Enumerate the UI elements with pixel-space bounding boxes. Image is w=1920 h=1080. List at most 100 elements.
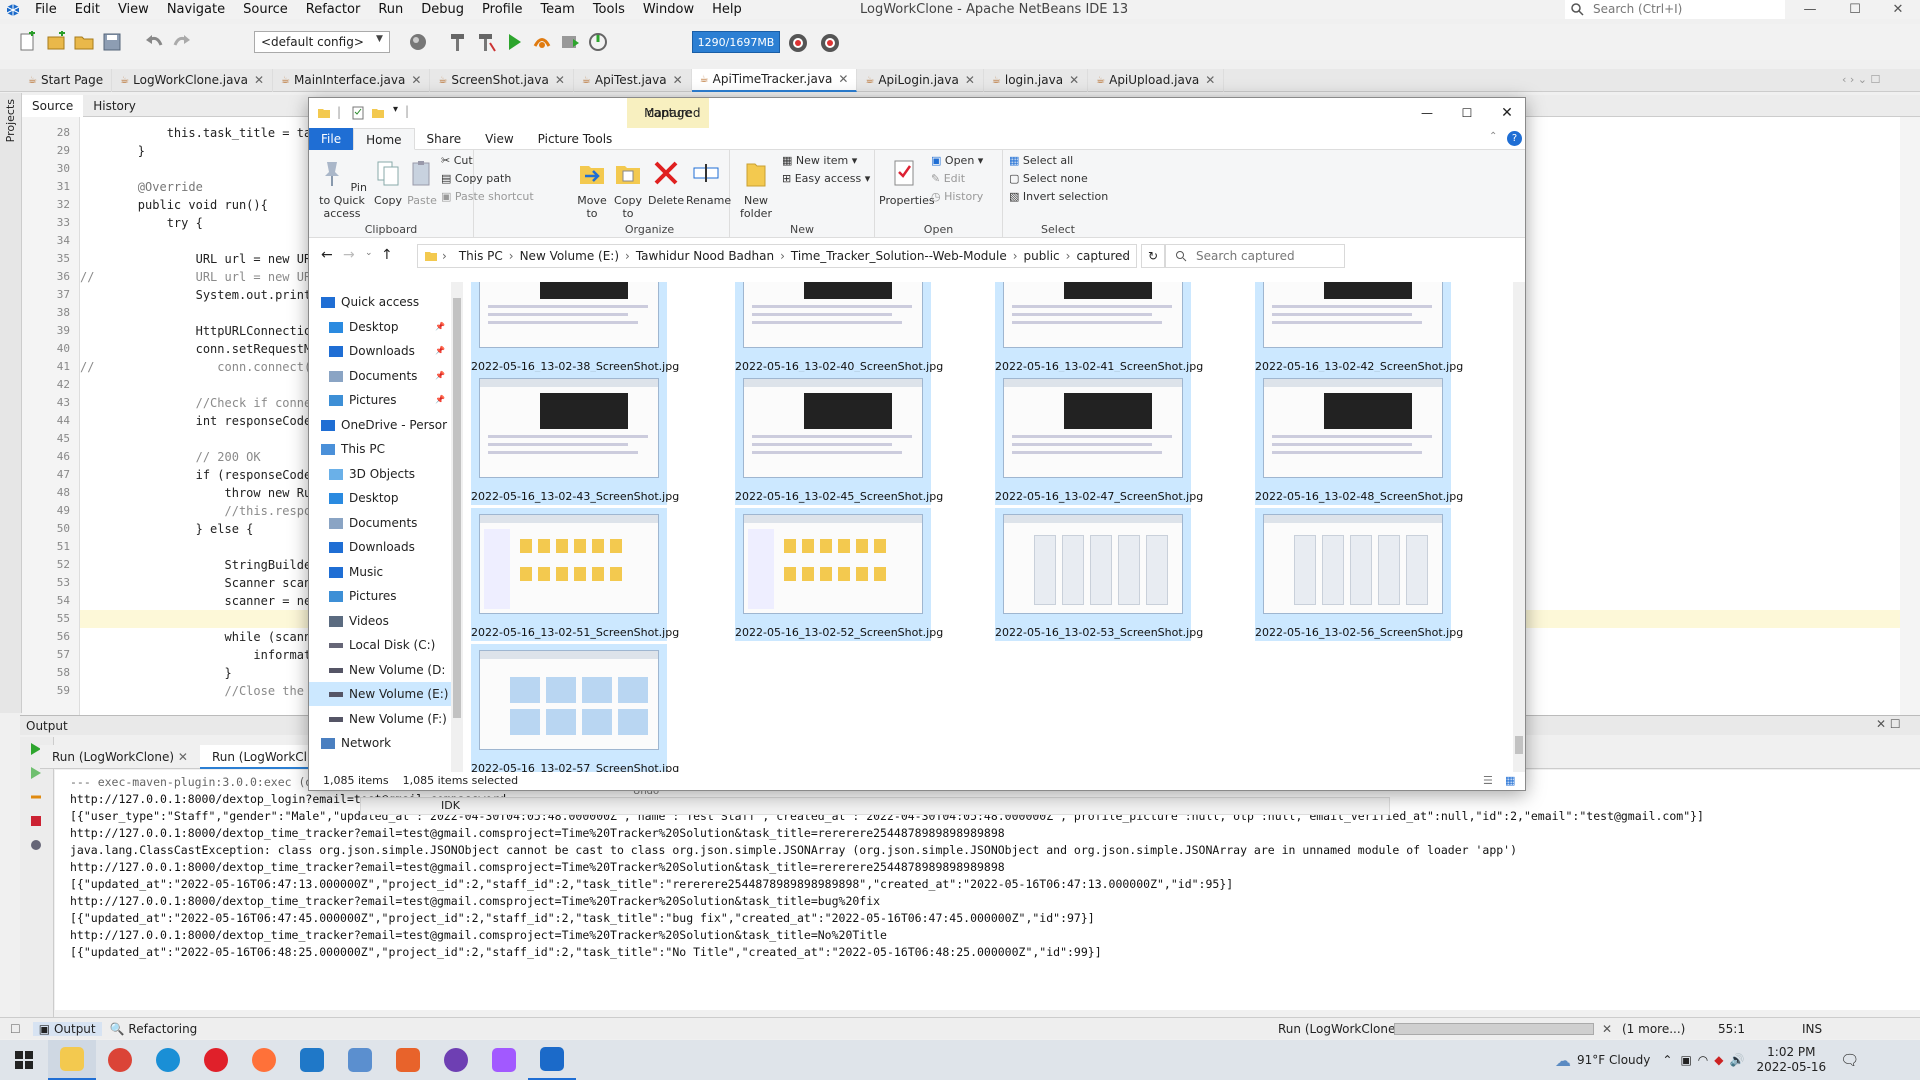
nav-item[interactable]: New Volume (D: — [309, 658, 451, 682]
file-item[interactable]: 2022-05-16_13-02-52_ScreenShot.jpg — [735, 508, 943, 641]
forward-arrow-icon[interactable]: → — [343, 247, 355, 263]
notifications-icon[interactable]: 🗨 — [1840, 1051, 1859, 1069]
file-item[interactable]: 2022-05-16_13-02-41_ScreenShot.jpg — [995, 282, 1203, 375]
clean-build-icon[interactable] — [475, 31, 497, 53]
file-item[interactable]: 2022-05-16_13-02-48_ScreenShot.jpg — [1255, 372, 1463, 505]
projects-label[interactable]: Projects — [0, 93, 21, 148]
file-item[interactable]: 2022-05-16_13-02-56_ScreenShot.jpg — [1255, 508, 1463, 641]
nav-item[interactable]: Documents — [309, 511, 451, 535]
pin-quick-access-button[interactable]: Pin to Quick access — [313, 158, 371, 220]
nav-item[interactable]: New Volume (F:) — [309, 707, 451, 731]
file-item[interactable]: 2022-05-16_13-02-53_ScreenShot.jpg — [995, 508, 1203, 641]
file-item[interactable]: 2022-05-16_13-02-42_ScreenShot.jpg — [1255, 282, 1463, 375]
history-button[interactable]: ◷ History — [931, 188, 983, 206]
menu-tools[interactable]: Tools — [584, 0, 634, 19]
memory-indicator[interactable]: 1290/1697MB — [692, 31, 780, 53]
taskbar-app-opera[interactable] — [192, 1040, 240, 1080]
editor-tab[interactable]: ☕ MainInterface.java ✕ — [273, 68, 431, 92]
new-file-icon[interactable] — [17, 31, 39, 53]
profile-project-icon[interactable] — [587, 31, 609, 53]
maximize-button[interactable]: ☐ — [1835, 0, 1875, 19]
nav-item[interactable]: Documents 📌 — [309, 364, 451, 388]
menu-team[interactable]: Team — [531, 0, 583, 19]
tab-scroll-arrows-icon[interactable]: ‹ › ⌄ ☐ — [1842, 73, 1880, 86]
menu-refactor[interactable]: Refactor — [297, 0, 370, 19]
source-tab[interactable]: Source — [22, 94, 84, 117]
status-output-tab[interactable]: ▣ Output — [32, 1021, 102, 1036]
recent-locations-icon[interactable]: ⌄ — [365, 248, 373, 258]
nav-item[interactable]: Desktop — [309, 486, 451, 510]
file-item[interactable]: 2022-05-16_13-02-43_ScreenShot.jpg — [471, 372, 679, 505]
editor-tab[interactable]: ☕ ApiTimeTracker.java ✕ — [691, 68, 858, 92]
nav-item[interactable]: Network — [309, 731, 451, 755]
close-tab-icon[interactable]: ✕ — [1069, 69, 1079, 92]
address-dropdown-icon[interactable]: ⌄ — [1120, 245, 1128, 267]
debug-icon[interactable] — [531, 31, 553, 53]
paste-shortcut-button[interactable]: ▣ Paste shortcut — [441, 188, 534, 206]
close-tab-icon[interactable]: ✕ — [178, 750, 188, 764]
file-grid-scrollbar[interactable] — [1513, 282, 1525, 776]
large-icons-view-icon[interactable]: ▦ — [1505, 772, 1515, 790]
tray-overflow-icon[interactable]: ⌃ — [1662, 1053, 1672, 1067]
nav-item[interactable]: Quick access — [309, 290, 451, 314]
editor-tab[interactable]: ☕ LogWorkClone.java ✕ — [112, 68, 274, 92]
menu-help[interactable]: Help — [703, 0, 751, 19]
menu-window[interactable]: Window — [634, 0, 703, 19]
file-item[interactable]: 2022-05-16_13-02-47_ScreenShot.jpg — [995, 372, 1203, 505]
tray-app-icon[interactable]: ▣ — [1680, 1053, 1691, 1067]
properties-button[interactable]: Properties — [879, 158, 935, 207]
explorer-maximize-button[interactable]: ☐ — [1449, 98, 1485, 128]
globe-icon[interactable] — [407, 31, 429, 53]
step-icon[interactable] — [28, 789, 44, 805]
nav-item[interactable]: Pictures 📌 — [309, 388, 451, 412]
copy-to-button[interactable]: Copy to — [610, 158, 646, 220]
qat-customize-icon[interactable]: ▾ — [393, 104, 398, 115]
new-folder-qat-icon[interactable] — [371, 106, 385, 120]
history-tab[interactable]: History — [83, 95, 146, 117]
back-arrow-icon[interactable]: ← — [321, 247, 333, 263]
open-project-icon[interactable] — [73, 31, 95, 53]
taskbar-app-app-figma[interactable] — [480, 1040, 528, 1080]
nav-item[interactable]: Pictures — [309, 584, 451, 608]
taskbar-app-app-github[interactable] — [432, 1040, 480, 1080]
menu-source[interactable]: Source — [234, 0, 297, 19]
close-output-icon[interactable]: ✕ ☐ — [1876, 717, 1901, 731]
undo-icon[interactable] — [143, 31, 165, 53]
more-tasks-label[interactable]: (1 more...) — [1622, 1022, 1685, 1036]
address-bar[interactable]: › This PC › New Volume (E:) › Tawhidur Nood … — [417, 244, 1137, 268]
details-view-icon[interactable]: ☰ — [1483, 772, 1493, 790]
nav-item[interactable]: Local Disk (C:) — [309, 633, 451, 657]
taskbar-app-app-hex[interactable] — [336, 1040, 384, 1080]
editor-tab[interactable]: ☕ ApiTest.java ✕ — [574, 68, 692, 92]
gc-stop-icon[interactable] — [818, 31, 842, 55]
taskbar-app-app-postman[interactable] — [384, 1040, 432, 1080]
explorer-minimize-button[interactable]: — — [1409, 98, 1445, 128]
copy-button[interactable]: Copy — [371, 158, 405, 207]
select-all-button[interactable]: ▦ Select all — [1009, 152, 1073, 170]
close-tab-icon[interactable]: ✕ — [965, 69, 975, 92]
status-refactoring-tab[interactable]: 🔍 Refactoring — [110, 1022, 198, 1036]
explorer-close-button[interactable]: ✕ — [1489, 98, 1525, 128]
menu-edit[interactable]: Edit — [66, 0, 109, 19]
taskbar-app-chrome[interactable] — [96, 1040, 144, 1080]
hammer-icon[interactable] — [447, 31, 469, 53]
copy-path-button[interactable]: ▤ Copy path — [441, 170, 511, 188]
close-tab-icon[interactable]: ✕ — [673, 69, 683, 92]
breadcrumb-item[interactable]: public — [1024, 245, 1060, 267]
close-tab-icon[interactable]: ✕ — [254, 69, 264, 92]
refresh-icon[interactable]: ↻ — [1141, 244, 1165, 268]
weather-label[interactable]: 91°F Cloudy — [1577, 1053, 1650, 1067]
editor-tab[interactable]: ☕ login.java ✕ — [984, 68, 1089, 92]
new-project-icon[interactable] — [45, 31, 67, 53]
output-tab-run-2[interactable]: Run (LogWorkCl — [199, 744, 319, 769]
explorer-search-input[interactable]: Search captured — [1165, 244, 1345, 268]
start-button[interactable] — [0, 1040, 48, 1080]
breadcrumb-item[interactable]: Time_Tracker_Solution--Web-Module — [791, 245, 1007, 267]
help-icon[interactable]: ? — [1507, 131, 1522, 146]
redo-icon[interactable] — [171, 31, 193, 53]
close-window-button[interactable]: ✕ — [1878, 0, 1918, 19]
ide-search-input[interactable]: Search (Ctrl+I) — [1565, 0, 1785, 19]
nav-item[interactable]: Downloads — [309, 535, 451, 559]
editor-tab[interactable]: ☕ ApiLogin.java ✕ — [857, 68, 984, 92]
nav-item[interactable]: Music — [309, 560, 451, 584]
